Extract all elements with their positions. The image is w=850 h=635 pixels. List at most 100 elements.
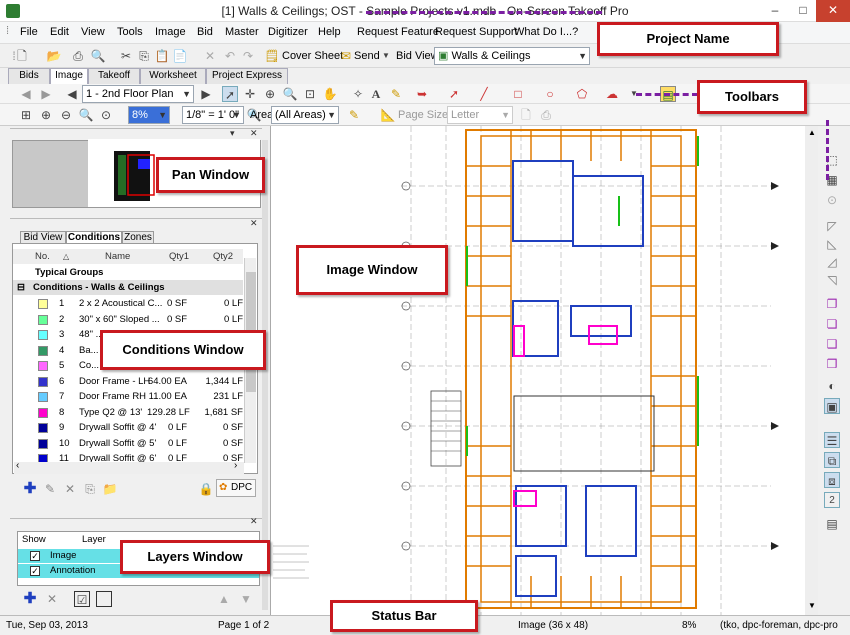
send-button[interactable]: Send bbox=[354, 50, 380, 62]
next-page-icon[interactable]: ▶ bbox=[198, 86, 214, 102]
list-view-icon[interactable]: ☰ bbox=[824, 432, 840, 448]
linear-tool-icon[interactable]: ◸ bbox=[824, 218, 840, 234]
menu-file[interactable]: File bbox=[20, 26, 38, 38]
paste-icon[interactable]: 📋 bbox=[154, 48, 170, 64]
zoom-window-icon[interactable]: 🔍 bbox=[282, 86, 298, 102]
conditions-hscrollbar[interactable]: ‹ › bbox=[14, 460, 244, 474]
slope-tool-icon[interactable]: ◿ bbox=[824, 254, 840, 270]
zoom-box-icon[interactable]: ⊡ bbox=[302, 86, 318, 102]
open-icon[interactable]: 📂 bbox=[46, 48, 62, 64]
condition-folder-icon[interactable]: 📁 bbox=[102, 481, 118, 497]
subgroup-row[interactable]: ⊟ Conditions - Walls & Ceilings bbox=[13, 280, 243, 295]
print-icon[interactable]: ⎙ bbox=[538, 107, 554, 123]
close-icon[interactable]: ✕ bbox=[250, 128, 258, 139]
header-qty1[interactable]: Qty1 bbox=[169, 249, 189, 264]
header-no[interactable]: No. bbox=[35, 249, 50, 264]
area-tool-icon[interactable]: ✎ bbox=[346, 107, 362, 123]
zoom-out-icon[interactable]: ⊖ bbox=[58, 107, 74, 123]
text-tool-icon[interactable]: A bbox=[368, 86, 384, 102]
notes-icon[interactable]: ▤ bbox=[824, 516, 840, 532]
copy-tool-icon[interactable]: ❏ bbox=[824, 316, 840, 332]
zoom-in-icon[interactable]: ⊕ bbox=[262, 86, 278, 102]
ellipse-tool-icon[interactable]: ○ bbox=[542, 86, 558, 102]
menu-image[interactable]: Image bbox=[155, 26, 186, 38]
group-row[interactable]: Typical Groups bbox=[13, 265, 243, 280]
menu-digitizer[interactable]: Digitizer bbox=[268, 26, 308, 38]
select-pointer-icon[interactable]: ➚ bbox=[222, 86, 238, 102]
maximize-button[interactable]: □ bbox=[788, 0, 818, 22]
zoom-fit-icon[interactable]: ⊞ bbox=[18, 107, 34, 123]
zoom-in-icon[interactable]: ⊕ bbox=[38, 107, 54, 123]
tab-image[interactable]: Image bbox=[50, 68, 88, 84]
forward-icon[interactable]: ▶ bbox=[38, 86, 54, 102]
polygon-tool-icon[interactable]: ⬠ bbox=[574, 86, 590, 102]
cover-sheet-button[interactable]: Cover Sheet bbox=[282, 50, 343, 62]
back-icon[interactable]: ◀ bbox=[18, 86, 34, 102]
page-select[interactable]: 1 - 2nd Floor Plan ▼ bbox=[82, 85, 194, 103]
image-view-icon[interactable]: ⧉ bbox=[824, 452, 840, 468]
add-layer-icon[interactable]: ✚ bbox=[22, 591, 38, 607]
scale-select[interactable]: 1/8" = 1' 0" ▼ bbox=[182, 106, 244, 124]
highlighter-icon[interactable]: ✎ bbox=[388, 86, 404, 102]
paste-special-icon[interactable]: 📄 bbox=[172, 48, 188, 64]
crosshair-icon[interactable]: ✛ bbox=[242, 86, 258, 102]
condition-row[interactable]: 7 Door Frame RH 11.00 EA 231 LF bbox=[13, 389, 243, 404]
lock-icon[interactable]: 🔒 bbox=[198, 481, 214, 497]
page-icon[interactable]: 🗋 bbox=[518, 107, 534, 123]
dpc-button[interactable]: ✿ DPC bbox=[216, 479, 256, 497]
copy-icon[interactable]: ⎘ bbox=[136, 48, 152, 64]
minimize-button[interactable]: – bbox=[760, 0, 790, 22]
area-select[interactable]: (All Areas) ▼ bbox=[271, 106, 339, 124]
tab-takeoff[interactable]: Takeoff bbox=[88, 68, 140, 84]
layer-show-checkbox[interactable]: ✓ bbox=[30, 566, 40, 576]
cloud-tool-icon[interactable]: ☁ bbox=[604, 86, 620, 102]
delete-condition-icon[interactable]: ✕ bbox=[62, 481, 78, 497]
menu-what-do-i[interactable]: What Do I...? bbox=[514, 26, 578, 38]
condition-row[interactable]: 12 x 2 Acoustical C... 0 SF 0 LF bbox=[13, 296, 243, 311]
redo-icon[interactable]: ↷ bbox=[240, 48, 256, 64]
menu-request-support[interactable]: Request Support bbox=[435, 26, 518, 38]
bid-view-select[interactable]: ▣ Walls & Ceilings ▼ bbox=[434, 47, 590, 65]
scroll-down-icon[interactable]: ▼ bbox=[808, 601, 816, 610]
menu-tools[interactable]: Tools bbox=[117, 26, 143, 38]
line-tool-icon[interactable]: ╱ bbox=[476, 86, 492, 102]
close-icon[interactable]: ✕ bbox=[250, 218, 258, 229]
page-size-select[interactable]: Letter ▼ bbox=[447, 106, 513, 124]
pin-icon[interactable]: ▾ bbox=[230, 128, 235, 139]
check-all-icon[interactable]: ☑ bbox=[74, 591, 90, 607]
tab-project-express[interactable]: Project Express bbox=[206, 68, 288, 84]
copy-condition-icon[interactable]: ⎘ bbox=[82, 481, 98, 497]
menu-request-feature[interactable]: Request Feature bbox=[357, 26, 439, 38]
move-down-icon[interactable]: ▼ bbox=[238, 591, 254, 607]
close-button[interactable]: ✕ bbox=[816, 0, 850, 22]
menu-help[interactable]: Help bbox=[318, 26, 341, 38]
contrast-icon[interactable]: ◐ bbox=[824, 378, 840, 394]
menu-master[interactable]: Master bbox=[225, 26, 259, 38]
zoom-select[interactable]: 8% ▼ bbox=[128, 106, 170, 124]
condition-row[interactable]: 8 Type Q2 @ 13' 129.28 LF 1,681 SF bbox=[13, 405, 243, 420]
header-qty2[interactable]: Qty2 bbox=[213, 249, 233, 264]
add-condition-icon[interactable]: ✚ bbox=[22, 481, 38, 497]
search-icon[interactable]: ⊙ bbox=[824, 192, 840, 208]
header-name[interactable]: Name bbox=[105, 249, 130, 264]
pan-hand-icon[interactable]: ✋ bbox=[322, 86, 338, 102]
edit-condition-icon[interactable]: ✎ bbox=[42, 481, 58, 497]
close-icon[interactable]: ✕ bbox=[250, 516, 258, 527]
layer-tool-icon[interactable]: ❐ bbox=[824, 296, 840, 312]
scroll-up-icon[interactable]: ▲ bbox=[808, 128, 816, 137]
condition-row[interactable]: 6 Door Frame - LH 64.00 EA 1,344 LF bbox=[13, 374, 243, 389]
new-icon[interactable]: 🗋 bbox=[14, 48, 30, 64]
tab-worksheet[interactable]: Worksheet bbox=[140, 68, 206, 84]
uncheck-all-icon[interactable] bbox=[96, 591, 112, 607]
move-up-icon[interactable]: ▲ bbox=[216, 591, 232, 607]
zoom-menu-icon[interactable]: ⊙ bbox=[98, 107, 114, 123]
cut-icon[interactable]: ✂ bbox=[118, 48, 134, 64]
delete-icon[interactable]: ✕ bbox=[202, 48, 218, 64]
menu-edit[interactable]: Edit bbox=[50, 26, 69, 38]
page-2-icon[interactable]: 2 bbox=[824, 492, 840, 508]
scroll-left-icon[interactable]: ‹ bbox=[16, 460, 19, 471]
condition-row[interactable]: 9 Drywall Soffit @ 4' 0 LF 0 SF bbox=[13, 420, 243, 435]
image-vscrollbar[interactable]: ▲ ▼ bbox=[805, 126, 818, 615]
menu-bid[interactable]: Bid bbox=[197, 26, 213, 38]
delete-layer-icon[interactable]: ✕ bbox=[44, 591, 60, 607]
